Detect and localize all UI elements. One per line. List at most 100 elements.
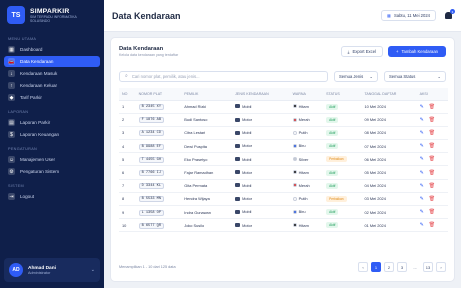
cell-plate: B 7766 IJ xyxy=(135,165,182,180)
sidebar-item-kendaraan-masuk[interactable]: ↓ Kendaraan Masuk xyxy=(4,68,100,79)
cell-status: Aktif xyxy=(323,218,362,233)
edit-icon[interactable]: ✎ xyxy=(420,143,424,149)
table-row: 5T 4455 GH Eko Prasetyo Mobil Silver Perbaik… xyxy=(119,152,448,167)
vehicle-color: Merah xyxy=(292,117,310,122)
vehicle-type: Mobil xyxy=(235,183,251,188)
next-page-button[interactable]: › xyxy=(436,262,446,272)
add-vehicle-button[interactable]: + Tambah Kendaraan xyxy=(387,46,446,57)
trash-icon[interactable]: 🗑 xyxy=(429,196,435,202)
user-profile[interactable]: AD Ahmad Dani Administrator ⌄ xyxy=(4,258,100,282)
user-role: Administrator xyxy=(28,270,51,275)
sidebar-item-laporan-parkir[interactable]: ▤ Laporan Parkir xyxy=(4,117,100,128)
filter-status-select[interactable]: Semua Status ⌄ xyxy=(384,70,446,82)
sidebar-item-laporan-keuangan[interactable]: $ Laporan Keuangan xyxy=(4,129,100,140)
table-row: 3A 1234 CD Citra Lestari Mobil Putih Aktif 08… xyxy=(119,126,448,141)
page-button[interactable]: 2 xyxy=(384,262,394,272)
table-body: 1B 2345 XY Ahmad Rizki Mobil Hitam Aktif 10 M… xyxy=(119,100,448,233)
trash-icon[interactable]: 🗑 xyxy=(429,209,435,215)
sidebar-item-kendaraan-keluar[interactable]: ↑ Kendaraan Keluar xyxy=(4,80,100,91)
cell-owner: Gita Permata xyxy=(181,179,233,193)
column-header[interactable]: NOMOR PLAT xyxy=(135,88,182,101)
cell-date: 01 Mei 2024 xyxy=(361,218,417,233)
column-header[interactable]: WARNA xyxy=(289,88,324,101)
sidebar-item-tarif-parkir[interactable]: ◆ Tarif Parkir xyxy=(4,92,100,103)
sidebar-item-data-kendaraan[interactable]: 🚗 Data Kendaraan xyxy=(4,56,100,67)
column-header[interactable]: AKSI xyxy=(416,88,448,101)
export-excel-button[interactable]: ⤓ Export Excel xyxy=(340,46,383,57)
cell-color: Hitam xyxy=(289,165,324,180)
bell-icon[interactable]: 3 xyxy=(444,9,455,20)
cell-color: Hitam xyxy=(289,100,324,114)
chevron-down-icon[interactable]: ⌄ xyxy=(91,267,95,273)
logout-icon: ⇥ xyxy=(8,193,15,200)
plate-number: B 5533 MN xyxy=(138,196,164,203)
cell-status: Aktif xyxy=(323,205,362,220)
column-header[interactable]: PEMILIK xyxy=(181,88,233,101)
sidebar-item-label: Kendaraan Keluar xyxy=(20,83,58,88)
column-header[interactable]: STATUS xyxy=(323,88,362,101)
table-row: 6B 7766 IJ Fajar Ramadhan Motor Hitam Aktif 0… xyxy=(119,165,448,180)
edit-icon[interactable]: ✎ xyxy=(420,183,424,189)
car-icon xyxy=(235,104,241,109)
sidebar-item-dashboard[interactable]: ▦ Dashboard xyxy=(4,44,100,55)
page-button[interactable]: 13 xyxy=(423,262,433,272)
page-button[interactable]: 1 xyxy=(371,262,381,272)
color-swatch xyxy=(292,196,297,201)
brand[interactable]: TS SIMPARKIR SIM TERPADU INFORMATIKA SOL… xyxy=(0,0,104,30)
prev-page-button[interactable]: ‹ xyxy=(358,262,368,272)
table-row: 4B 9988 EF Dewi Puspita Motor Biru Aktif 07 M… xyxy=(119,139,448,154)
cell-no: 7 xyxy=(119,179,136,193)
trash-icon[interactable]: 🗑 xyxy=(429,143,435,149)
column-header[interactable]: JENIS KENDARAAN xyxy=(232,88,290,101)
search-input[interactable] xyxy=(131,73,322,79)
cell-owner: Dewi Puspita xyxy=(181,139,233,154)
column-header[interactable]: TANGGAL DAFTAR xyxy=(361,88,417,101)
user-name: Ahmad Dani xyxy=(28,265,56,271)
date-chip[interactable]: ▦ Sabtu, 11 Mei 2024 xyxy=(381,10,436,21)
cell-actions: ✎ 🗑 xyxy=(416,126,448,141)
page-title: Data Kendaraan xyxy=(112,10,181,21)
page-button[interactable]: 3 xyxy=(397,262,407,272)
status-badge: Aktif xyxy=(326,129,339,136)
avatar: AD xyxy=(9,263,23,277)
cell-owner: Joko Susilo xyxy=(181,218,233,233)
cell-owner: Fajar Ramadhan xyxy=(181,165,233,180)
edit-icon[interactable]: ✎ xyxy=(420,170,424,176)
cell-color: Biru xyxy=(289,205,324,220)
sidebar-item-logout[interactable]: ⇥ Logout xyxy=(4,191,100,202)
column-header[interactable]: NO xyxy=(119,88,136,101)
trash-icon[interactable]: 🗑 xyxy=(429,183,435,189)
trash-icon[interactable]: 🗑 xyxy=(429,170,435,176)
edit-icon[interactable]: ✎ xyxy=(420,156,424,162)
arrow-down-icon: ↓ xyxy=(8,70,15,77)
trash-icon[interactable]: 🗑 xyxy=(429,222,435,228)
cell-status: Aktif xyxy=(323,100,362,114)
cell-date: 07 Mei 2024 xyxy=(361,139,417,154)
cell-actions: ✎ 🗑 xyxy=(416,152,448,167)
table-row: 7D 3344 KL Gita Permata Mobil Merah Aktif 04 … xyxy=(119,179,448,193)
trash-icon[interactable]: 🗑 xyxy=(429,104,435,110)
vehicle-type-label: Motor xyxy=(242,117,253,123)
edit-icon[interactable]: ✎ xyxy=(420,130,424,136)
trash-icon[interactable]: 🗑 xyxy=(429,117,435,123)
vehicle-color: Merah xyxy=(292,183,310,188)
vehicle-type: Motor xyxy=(235,223,252,228)
car-icon: 🚗 xyxy=(8,58,15,65)
sidebar-item-manajemen-user[interactable]: ☺ Manajemen User xyxy=(4,154,100,165)
color-label: Hitam xyxy=(298,103,309,109)
edit-icon[interactable]: ✎ xyxy=(420,117,424,123)
search-box[interactable]: ⌕ xyxy=(119,70,328,82)
filter-jenis-select[interactable]: Semua Jenis ⌄ xyxy=(334,70,378,82)
edit-icon[interactable]: ✎ xyxy=(420,196,424,202)
color-label: Biru xyxy=(298,143,306,149)
cell-plate: B 2345 XY xyxy=(135,100,182,114)
cell-actions: ✎ 🗑 xyxy=(416,139,448,154)
trash-icon[interactable]: 🗑 xyxy=(429,156,435,162)
sidebar-item-pengaturan-sistem[interactable]: ⚙ Pengaturan Sistem xyxy=(4,166,100,177)
cell-date: 04 Mei 2024 xyxy=(361,179,417,193)
vehicle-type-label: Mobil xyxy=(242,130,252,136)
edit-icon[interactable]: ✎ xyxy=(420,209,424,215)
edit-icon[interactable]: ✎ xyxy=(420,222,424,228)
edit-icon[interactable]: ✎ xyxy=(420,104,424,110)
trash-icon[interactable]: 🗑 xyxy=(429,130,435,136)
